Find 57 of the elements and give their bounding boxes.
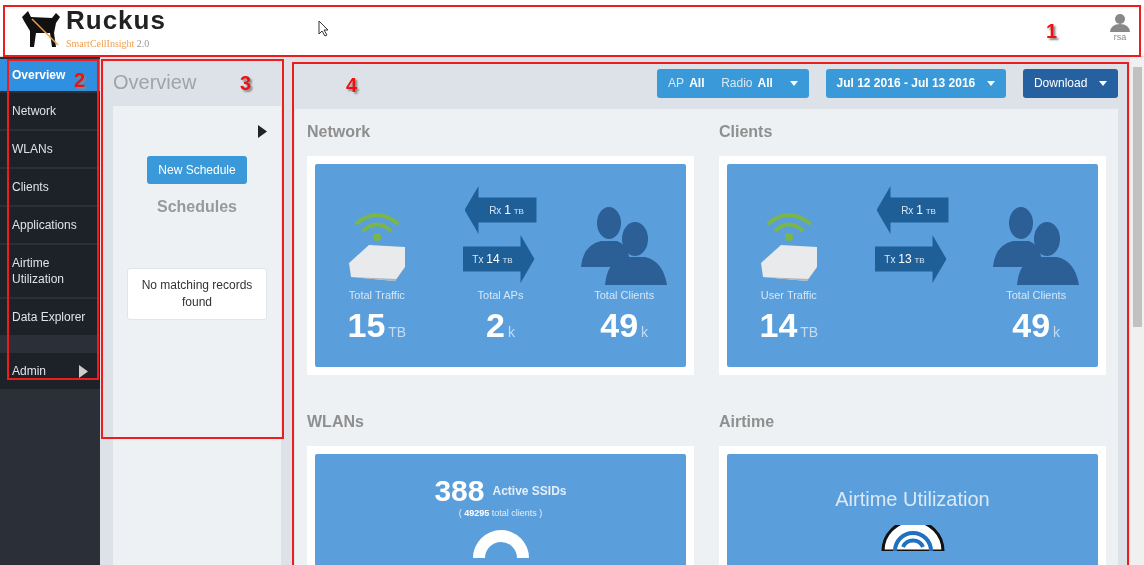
product-name: SmartCellInsight 2.0: [66, 38, 151, 49]
traffic-reading: Rx 1 TB: [901, 203, 936, 217]
brand-name: Ruckus: [66, 7, 166, 33]
annotation-number: 4: [346, 74, 358, 97]
panel-title: Overview: [113, 71, 197, 94]
nav-item[interactable]: Airtime Utilization: [0, 245, 100, 297]
stat-label: User Traffic: [760, 289, 817, 301]
stat-value: 14: [759, 306, 798, 345]
user-icon[interactable]: [1110, 14, 1130, 32]
traffic-reading: Tx 14 TB: [472, 252, 513, 266]
nav-item[interactable]: Applications: [0, 207, 100, 243]
expand-arrow-icon: [79, 364, 88, 378]
caret-icon: [789, 80, 798, 86]
stat-unit: k: [641, 324, 649, 340]
airtime-heading: Airtime Utilization: [835, 488, 990, 511]
stat-value: 49: [1012, 306, 1051, 345]
stat-label: Total Clients: [1006, 289, 1067, 301]
annotation-number: 1: [1046, 20, 1058, 43]
section-title: Network: [307, 123, 372, 141]
stat-unit: TB: [800, 324, 819, 340]
collapse-arrow-icon: [258, 125, 267, 138]
section-title: WLANs: [307, 413, 365, 431]
annotation-number: 3: [240, 72, 252, 95]
mouse-cursor-icon: [318, 19, 330, 37]
people-icon: [993, 205, 1080, 285]
caret-icon: [986, 80, 995, 86]
stat-unit: k: [1053, 324, 1061, 340]
download-dropdown[interactable]: Download: [1022, 68, 1118, 98]
caret-icon: [1099, 80, 1107, 86]
nav-item[interactable]: Network: [0, 93, 100, 129]
clients-subtitle: ( 49295 total clients ): [458, 508, 543, 518]
ssid-count: 388: [434, 474, 485, 508]
stat-unit: TB: [388, 324, 407, 340]
user-name[interactable]: rsa: [1113, 32, 1127, 42]
schedules-heading: Schedules: [157, 198, 237, 216]
wifi-dial-icon: [880, 525, 945, 551]
empty-message: No matching records found: [127, 268, 267, 320]
stat-unit: k: [507, 324, 515, 340]
stat-value: 2: [486, 306, 505, 345]
nav-item[interactable]: Data Explorer: [0, 299, 100, 335]
annotation-number: 2: [74, 69, 86, 92]
section-title: Airtime: [719, 413, 776, 431]
section-title: Clients: [719, 123, 774, 141]
stat-label: Total APs: [477, 289, 524, 301]
nav-item[interactable]: WLANs: [0, 131, 100, 167]
traffic-reading: Rx 1 TB: [489, 203, 524, 217]
stat-label: Total Clients: [594, 289, 655, 301]
nav-item[interactable]: Clients: [0, 169, 100, 205]
stat-value: 49: [600, 306, 639, 345]
wifi-dial-icon: [470, 530, 531, 558]
traffic-reading: Tx 13 TB: [884, 252, 925, 266]
stat-label: Total Traffic: [348, 289, 405, 301]
scrollbar[interactable]: [1130, 57, 1144, 565]
nav-item[interactable]: Admin: [0, 353, 100, 389]
people-icon: [581, 205, 668, 285]
stat-value: 15: [347, 306, 386, 345]
ssid-label: Active SSIDs: [492, 484, 567, 498]
